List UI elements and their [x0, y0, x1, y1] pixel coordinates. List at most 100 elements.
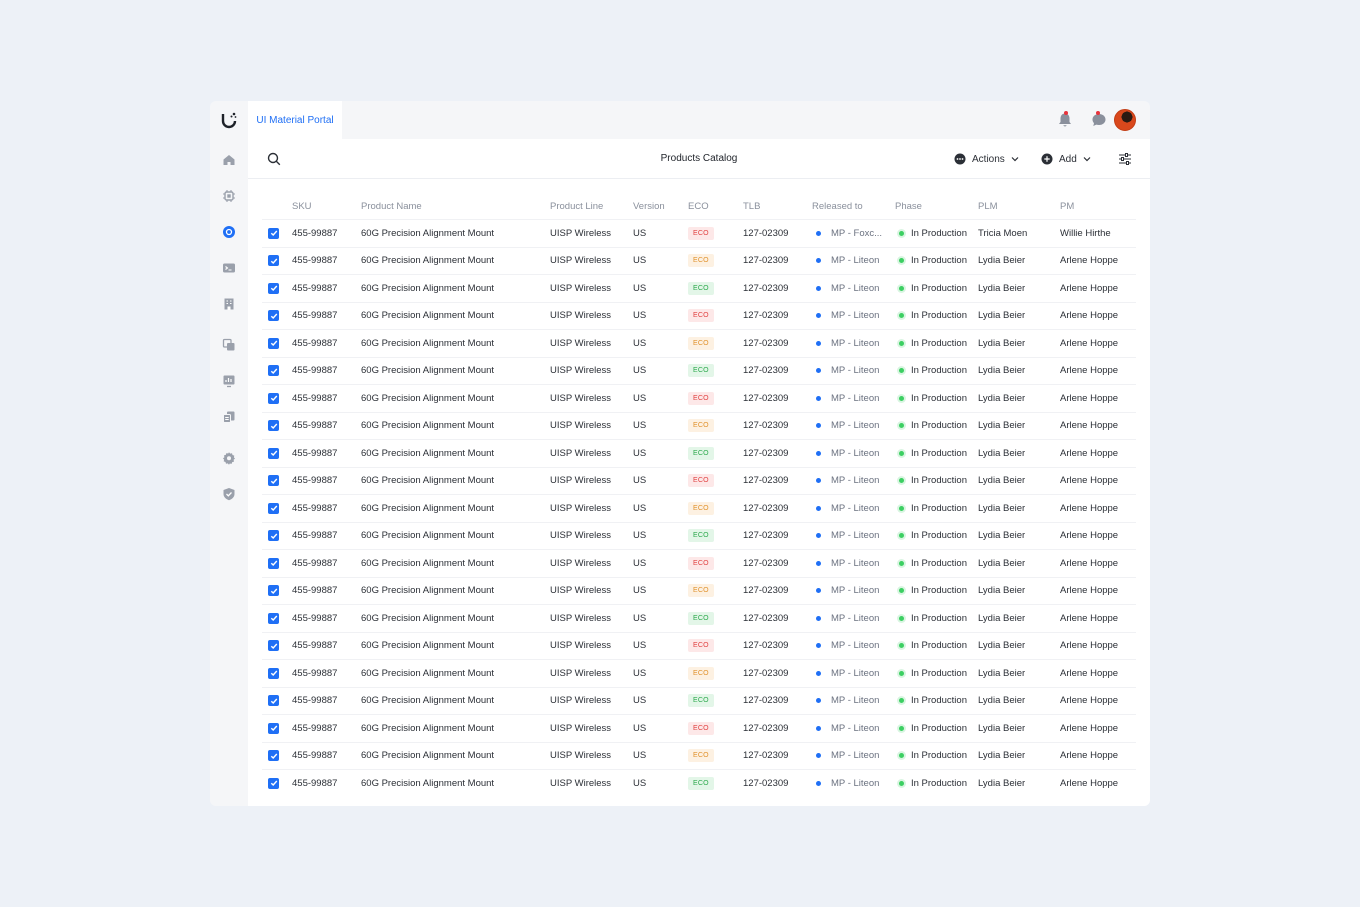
- sidebar-item-chip[interactable]: [220, 187, 238, 205]
- table-row[interactable]: 455-99887 60G Precision Alignment Mount UI…: [262, 246, 1136, 275]
- sidebar-item-chart[interactable]: [220, 372, 238, 390]
- table-row[interactable]: 455-99887 60G Precision Alignment Mount UI…: [262, 411, 1136, 440]
- row-checkbox[interactable]: [268, 365, 279, 377]
- table-row[interactable]: 455-99887 60G Precision Alignment Mount UI…: [262, 769, 1136, 797]
- table-row[interactable]: 455-99887 60G Precision Alignment Mount UI…: [262, 466, 1136, 495]
- table-row[interactable]: 455-99887 60G Precision Alignment Mount UI…: [262, 301, 1136, 330]
- table-row[interactable]: 455-99887 60G Precision Alignment Mount UI…: [262, 631, 1136, 660]
- sidebar-item-settings[interactable]: [220, 449, 238, 467]
- table-row[interactable]: 455-99887 60G Precision Alignment Mount UI…: [262, 549, 1136, 577]
- table-row[interactable]: 455-99887 60G Precision Alignment Mount UI…: [262, 659, 1136, 687]
- eco-badge[interactable]: ECO: [688, 694, 714, 708]
- tlb-cell: 127-02309: [743, 420, 789, 432]
- phase-status-dot: [899, 368, 904, 374]
- sidebar-item-layers[interactable]: [220, 336, 238, 354]
- sidebar-item-files[interactable]: [220, 408, 238, 426]
- table-row[interactable]: 455-99887 60G Precision Alignment Mount UI…: [262, 439, 1136, 467]
- check-icon: [270, 230, 277, 237]
- eco-badge[interactable]: ECO: [688, 556, 714, 570]
- tab-ui-material-portal[interactable]: UI Material Portal: [248, 101, 342, 139]
- column-header[interactable]: Phase: [895, 201, 922, 212]
- eco-badge[interactable]: ECO: [688, 721, 714, 735]
- table-row[interactable]: 455-99887 60G Precision Alignment Mount UI…: [262, 356, 1136, 385]
- plm-cell: Lydia Beier: [978, 420, 1026, 432]
- pm-cell: Arlene Hoppe: [1060, 667, 1119, 679]
- eco-badge[interactable]: ECO: [688, 281, 714, 295]
- row-checkbox[interactable]: [268, 475, 279, 487]
- eco-badge[interactable]: ECO: [688, 309, 714, 323]
- eco-badge[interactable]: ECO: [688, 364, 714, 378]
- row-checkbox[interactable]: [268, 530, 279, 542]
- eco-badge[interactable]: ECO: [688, 639, 714, 653]
- row-checkbox[interactable]: [268, 282, 279, 294]
- eco-badge[interactable]: ECO: [688, 529, 714, 543]
- eco-badge[interactable]: ECO: [688, 501, 714, 515]
- row-checkbox[interactable]: [268, 750, 279, 762]
- add-button[interactable]: Add: [1041, 152, 1091, 166]
- column-header[interactable]: Product Name: [361, 201, 422, 212]
- logo-icon[interactable]: [220, 111, 238, 129]
- eco-badge[interactable]: ECO: [688, 391, 714, 405]
- row-checkbox[interactable]: [268, 310, 279, 322]
- column-header[interactable]: ECO: [688, 201, 709, 212]
- eco-badge[interactable]: ECO: [688, 776, 714, 790]
- row-checkbox[interactable]: [268, 557, 279, 569]
- sidebar-item-home[interactable]: [220, 151, 238, 169]
- table-row[interactable]: 455-99887 60G Precision Alignment Mount UI…: [262, 384, 1136, 412]
- row-checkbox[interactable]: [268, 420, 279, 432]
- eco-badge[interactable]: ECO: [688, 226, 714, 240]
- row-checkbox[interactable]: [268, 392, 279, 404]
- table-row[interactable]: 455-99887 60G Precision Alignment Mount UI…: [262, 329, 1136, 357]
- tlb-cell: 127-02309: [743, 255, 789, 267]
- version-cell: US: [633, 337, 647, 349]
- sidebar-item-security[interactable]: [220, 485, 238, 503]
- row-checkbox[interactable]: [268, 667, 279, 679]
- eco-badge[interactable]: ECO: [688, 446, 714, 460]
- check-icon: [270, 340, 277, 347]
- eco-badge[interactable]: ECO: [688, 611, 714, 625]
- table-row[interactable]: 455-99887 60G Precision Alignment Mount UI…: [262, 714, 1136, 742]
- row-checkbox[interactable]: [268, 585, 279, 597]
- table-row[interactable]: 455-99887 60G Precision Alignment Mount UI…: [262, 274, 1136, 302]
- column-header[interactable]: Product Line: [550, 201, 603, 212]
- eco-badge[interactable]: ECO: [688, 336, 714, 350]
- table-row[interactable]: 455-99887 60G Precision Alignment Mount UI…: [262, 576, 1136, 605]
- eco-badge[interactable]: ECO: [688, 254, 714, 268]
- table-row[interactable]: 455-99887 60G Precision Alignment Mount UI…: [262, 686, 1136, 715]
- column-header[interactable]: Released to: [812, 201, 863, 212]
- table-row[interactable]: 455-99887 60G Precision Alignment Mount UI…: [262, 741, 1136, 770]
- row-checkbox[interactable]: [268, 640, 279, 652]
- eco-badge[interactable]: ECO: [688, 584, 714, 598]
- table-row[interactable]: 455-99887 60G Precision Alignment Mount UI…: [262, 604, 1136, 632]
- eco-badge[interactable]: ECO: [688, 749, 714, 763]
- sidebar-item-terminal[interactable]: [220, 259, 238, 277]
- table-row[interactable]: 455-99887 60G Precision Alignment Mount UI…: [262, 494, 1136, 522]
- row-checkbox[interactable]: [268, 612, 279, 624]
- sidebar-item-building[interactable]: [220, 295, 238, 313]
- column-header[interactable]: TLB: [743, 201, 760, 212]
- row-checkbox[interactable]: [268, 227, 279, 239]
- actions-button[interactable]: Actions: [954, 152, 1019, 166]
- phase-status-dot: [899, 560, 904, 566]
- eco-badge[interactable]: ECO: [688, 666, 714, 680]
- row-checkbox[interactable]: [268, 722, 279, 734]
- column-header[interactable]: PM: [1060, 201, 1074, 212]
- row-checkbox[interactable]: [268, 337, 279, 349]
- avatar[interactable]: [1114, 109, 1136, 131]
- sku-cell: 455-99887: [292, 667, 338, 679]
- row-checkbox[interactable]: [268, 695, 279, 707]
- eco-badge[interactable]: ECO: [688, 474, 714, 488]
- table-row[interactable]: 455-99887 60G Precision Alignment Mount UI…: [262, 521, 1136, 550]
- column-header[interactable]: SKU: [292, 201, 312, 212]
- row-checkbox[interactable]: [268, 447, 279, 459]
- column-header[interactable]: PLM: [978, 201, 998, 212]
- sidebar-item-active[interactable]: [220, 223, 238, 241]
- filter-settings-icon[interactable]: [1118, 152, 1132, 166]
- column-header[interactable]: Version: [633, 201, 665, 212]
- row-checkbox[interactable]: [268, 255, 279, 267]
- product-line-cell: UISP Wireless: [550, 557, 612, 569]
- eco-badge[interactable]: ECO: [688, 419, 714, 433]
- row-checkbox[interactable]: [268, 502, 279, 514]
- table-row[interactable]: 455-99887 60G Precision Alignment Mount UI…: [262, 219, 1136, 247]
- row-checkbox[interactable]: [268, 777, 279, 789]
